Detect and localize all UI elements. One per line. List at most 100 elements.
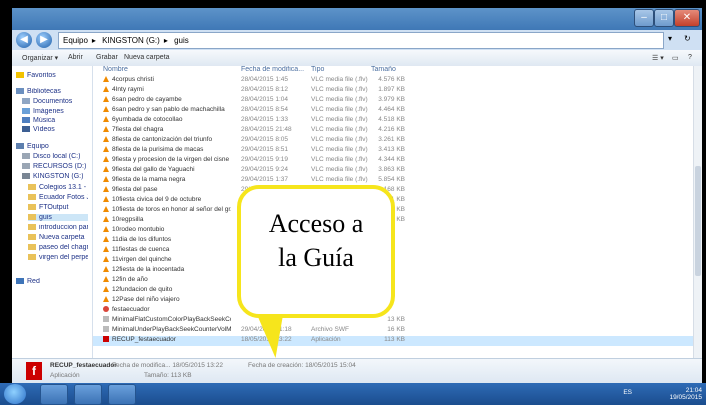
column-header-type[interactable]: Tipo xyxy=(311,66,324,76)
flash-app-icon: f xyxy=(26,362,42,380)
sidebar-item[interactable]: Vídeos xyxy=(22,126,88,133)
back-icon[interactable]: ◀ xyxy=(16,32,32,48)
file-size: 4.344 KB xyxy=(378,156,405,163)
forward-icon[interactable]: ▶ xyxy=(36,32,52,48)
sidebar-item[interactable]: Ecuador Fotos Job xyxy=(28,194,88,201)
sidebar-item-label: Documentos xyxy=(33,98,73,105)
file-row[interactable]: 9fiesta y procesion de la virgen del cis… xyxy=(93,156,702,166)
column-header-name[interactable]: Nombre xyxy=(103,66,128,76)
vlc-icon xyxy=(103,76,109,83)
vlc-icon xyxy=(103,236,109,243)
sidebar-item[interactable]: virgen del perpetu xyxy=(28,254,88,261)
breadcrumb-item[interactable]: guis xyxy=(174,36,189,45)
file-row[interactable]: 12fiesta de la inocentada xyxy=(93,266,702,276)
new-folder-button[interactable]: Nueva carpeta xyxy=(124,54,170,61)
sidebar-item[interactable]: Bibliotecas xyxy=(16,88,88,95)
taskbar-folder-icon[interactable] xyxy=(108,384,136,405)
sidebar-item[interactable]: Favoritos xyxy=(16,72,88,79)
file-row[interactable]: 11dia de los difuntos xyxy=(93,236,702,246)
drive-icon xyxy=(22,153,30,160)
sidebar-item-label: Música xyxy=(33,117,56,124)
file-row[interactable]: 10fiesta de toros en honor al señor del … xyxy=(93,206,702,216)
file-name-text: 4Inty raymi xyxy=(112,86,144,93)
file-row[interactable]: 11virgen del quinche xyxy=(93,256,702,266)
file-row[interactable]: 10regpsilla3.950 KB xyxy=(93,216,702,226)
sidebar-item[interactable]: introduccion para xyxy=(28,224,88,231)
start-button-icon[interactable] xyxy=(4,384,26,404)
view-icon[interactable]: ☰ ▾ xyxy=(652,54,664,62)
file-row[interactable]: 12Pase del niño viajero xyxy=(93,296,702,306)
maximize-button[interactable]: □ xyxy=(654,9,674,27)
file-row[interactable]: MinimalFlatCustomColorPlayBackSeekCo... 1… xyxy=(93,316,702,326)
sidebar-item[interactable]: guis xyxy=(28,214,88,221)
sidebar-item[interactable]: Nueva carpeta xyxy=(28,234,88,241)
close-button[interactable]: ✕ xyxy=(674,9,700,27)
taskbar-skype-icon[interactable] xyxy=(74,384,102,405)
column-header-size[interactable]: Tamaño xyxy=(371,66,396,76)
file-row[interactable]: RECUP_festaecuador 18/05/2015 13:22 Aplica… xyxy=(93,336,702,346)
burn-button[interactable]: Grabar xyxy=(96,54,118,61)
file-row[interactable]: MinimalUnderPlayBackSeekCounterVolM... 29… xyxy=(93,326,702,336)
file-type: VLC media file (.flv) xyxy=(311,86,368,93)
taskbar-explorer-icon[interactable] xyxy=(40,384,68,405)
file-row[interactable]: 8fiesta de la purisima de macas 29/04/201… xyxy=(93,146,702,156)
file-row[interactable]: 7fiesta del chagra 28/04/2015 21:48 VLC me… xyxy=(93,126,702,136)
file-size: 4.576 KB xyxy=(378,76,405,83)
file-size: 3.979 KB xyxy=(378,96,405,103)
sidebar-item[interactable]: Música xyxy=(22,117,88,124)
sidebar-item[interactable]: FTOutput xyxy=(28,204,88,211)
file-row[interactable]: 12fin de año xyxy=(93,276,702,286)
file-name: festaecuador xyxy=(103,306,231,313)
open-button[interactable]: Abrir xyxy=(68,54,83,61)
clock-date[interactable]: 19/05/2015 xyxy=(669,394,702,401)
sidebar-item[interactable]: KINGSTON (G:) xyxy=(22,173,88,180)
file-type: VLC media file (.flv) xyxy=(311,166,368,173)
file-row[interactable]: 6san pedro y san pablo de machachilla 28/… xyxy=(93,106,702,116)
help-icon[interactable]: ? xyxy=(688,54,692,61)
language-indicator[interactable]: ES xyxy=(623,389,632,396)
vlc-icon xyxy=(103,186,109,193)
sidebar-item[interactable]: Documentos xyxy=(22,98,88,105)
clock-time[interactable]: 21:04 xyxy=(669,387,702,394)
sidebar-item[interactable]: Imágenes xyxy=(22,108,88,115)
scrollbar-thumb[interactable] xyxy=(695,166,701,276)
file-row[interactable]: 9fiesta de la mama negra 29/04/2015 1:37 V… xyxy=(93,176,702,186)
organize-button[interactable]: Organizar ▾ xyxy=(22,54,58,62)
preview-pane-icon[interactable]: ▭ xyxy=(672,54,679,62)
file-row[interactable]: 6san pedro de cayambe 28/04/2015 1:04 VLC … xyxy=(93,96,702,106)
file-row[interactable]: 12fundacion de quito xyxy=(93,286,702,296)
vertical-scrollbar[interactable] xyxy=(693,66,702,358)
file-size: 1.897 KB xyxy=(378,86,405,93)
breadcrumb-item[interactable]: KINGSTON (G:) xyxy=(102,36,160,45)
sidebar-item[interactable]: paseo del chagra xyxy=(28,244,88,251)
breadcrumb[interactable]: Equipo ▸ KINGSTON (G:) ▸ guis xyxy=(58,32,664,49)
sidebar-item[interactable]: Red xyxy=(16,278,88,285)
file-name-text: 9fiesta del gallo de Yaguachi xyxy=(112,166,195,173)
file-type: VLC media file (.flv) xyxy=(311,136,368,143)
vlc-icon xyxy=(103,146,109,153)
sidebar-item[interactable]: Disco local (C:) xyxy=(22,153,88,160)
refresh-icon[interactable]: ↻ xyxy=(684,34,691,43)
column-header-date[interactable]: Fecha de modifica... xyxy=(241,66,304,76)
file-row[interactable]: 4Inty raymi 28/04/2015 8:12 VLC media file… xyxy=(93,86,702,96)
sidebar-item[interactable]: Colegios 13.1 - 6 xyxy=(28,184,88,191)
file-row[interactable]: 8fiesta de cantonización del triunfo 29/0… xyxy=(93,136,702,146)
breadcrumb-item[interactable]: Equipo xyxy=(63,36,88,45)
file-row[interactable]: 9fiesta del gallo de Yaguachi 29/04/2015 … xyxy=(93,166,702,176)
file-row[interactable]: 10fiesta civica del 9 de octubre29/04/20… xyxy=(93,196,702,206)
file-row[interactable]: 9fiesta del pase29/04/2015 8:01VLC media… xyxy=(93,186,702,196)
vlc-icon xyxy=(103,116,109,123)
file-row[interactable]: 10rodeo montubio xyxy=(93,226,702,236)
file-row[interactable]: 4corpus christi 28/04/2015 1:45 VLC media … xyxy=(93,76,702,86)
file-row[interactable]: 11fiestas de cuenca xyxy=(93,246,702,256)
vlc-icon xyxy=(103,106,109,113)
file-size: 3.863 KB xyxy=(378,166,405,173)
file-name: 9fiesta del gallo de Yaguachi xyxy=(103,166,231,173)
file-row[interactable]: 6yumbada de cotocollao 28/04/2015 1:33 VLC… xyxy=(93,116,702,126)
dropdown-icon[interactable]: ▾ xyxy=(668,34,672,43)
minimize-button[interactable]: – xyxy=(634,9,654,27)
sidebar-item[interactable]: RECURSOS (D:) xyxy=(22,163,88,170)
sidebar-item[interactable]: Equipo xyxy=(16,143,88,150)
file-row[interactable]: festaecuador xyxy=(93,306,702,316)
folder-icon xyxy=(28,184,36,191)
